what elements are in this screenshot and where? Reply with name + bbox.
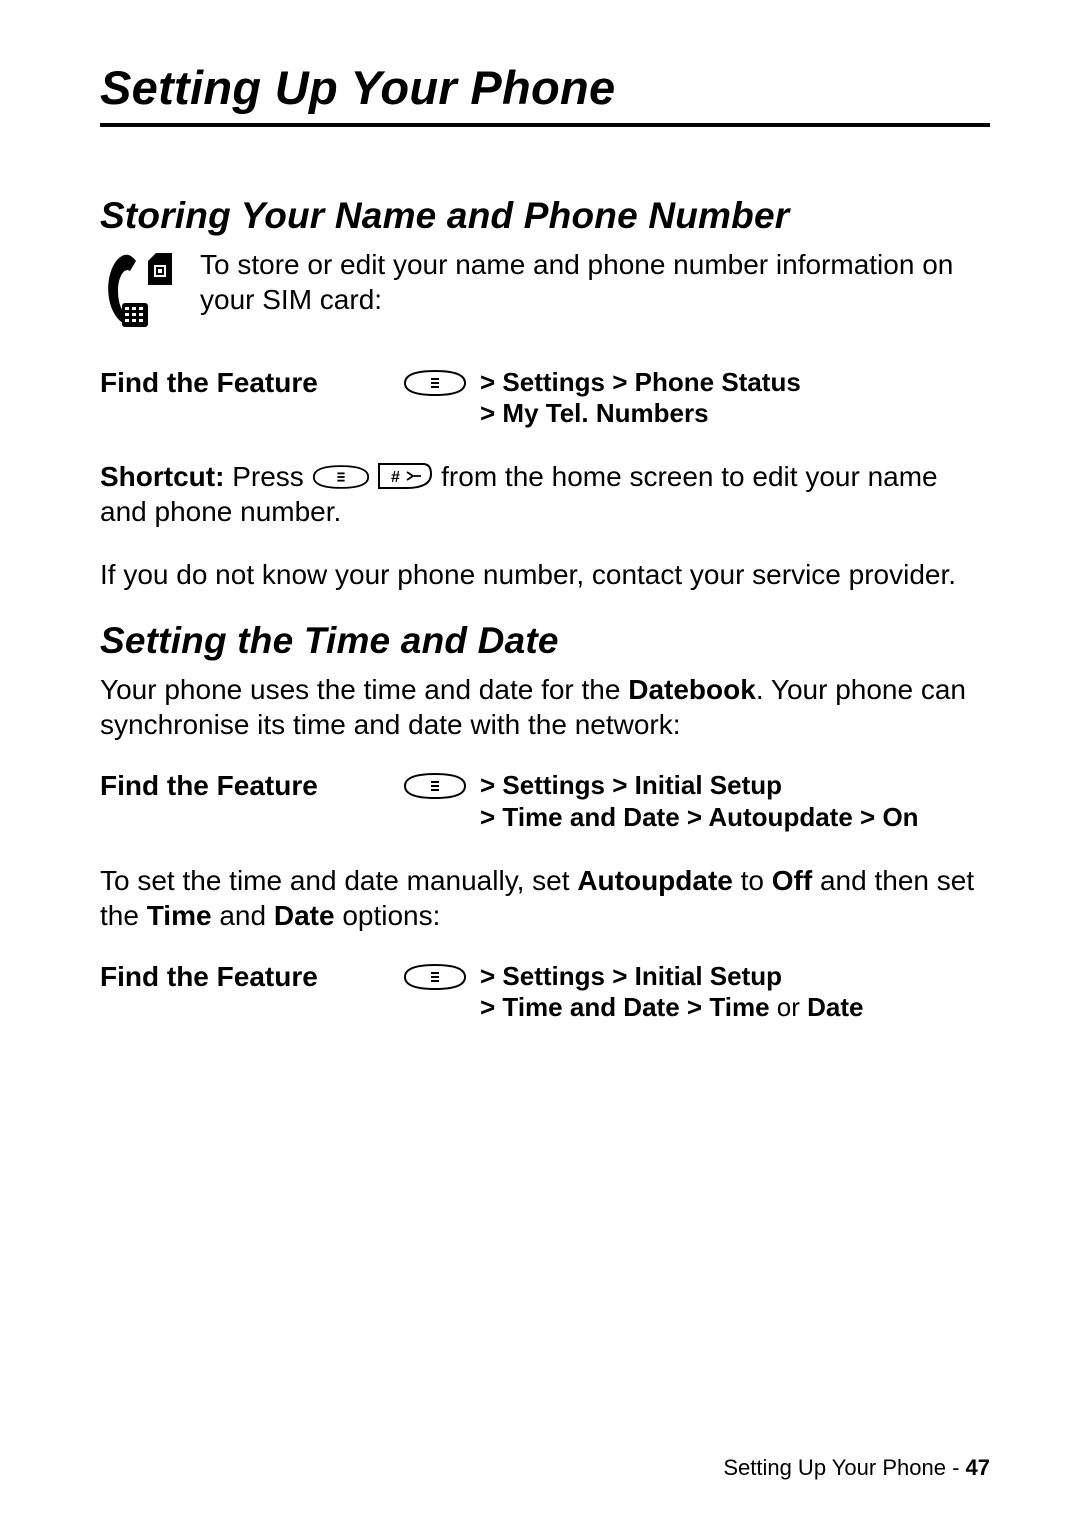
menu-key-icon [403, 963, 467, 991]
section2-intro-text: Your phone uses the time and date for th… [100, 672, 990, 742]
find-the-feature-label: Find the Feature [100, 961, 390, 993]
page-footer: Setting Up Your Phone - 47 [723, 1455, 990, 1481]
section-heading-timedate: Setting the Time and Date [100, 620, 990, 662]
shortcut-text: Shortcut: Press # from the home screen t… [100, 459, 990, 529]
section-heading-storing: Storing Your Name and Phone Number [100, 195, 990, 237]
title-rule [100, 123, 990, 127]
manual-set-text: To set the time and date manually, set A… [100, 863, 990, 933]
unknown-number-text: If you do not know your phone number, co… [100, 557, 990, 592]
nav-path-autoupdate-on: > Settings > Initial Setup > Time and Da… [480, 770, 919, 832]
menu-key-icon [403, 772, 467, 800]
nav-path-my-tel: > Settings > Phone Status > My Tel. Numb… [480, 367, 801, 429]
section1-intro-text: To store or edit your name and phone num… [200, 247, 990, 317]
page-number: 47 [966, 1455, 990, 1480]
find-the-feature-label: Find the Feature [100, 367, 390, 399]
menu-key-icon [403, 369, 467, 397]
phone-sim-icon [100, 247, 180, 337]
menu-key-icon [312, 464, 370, 490]
page-title: Setting Up Your Phone [100, 60, 990, 115]
nav-path-time-or-date: > Settings > Initial Setup > Time and Da… [480, 961, 864, 1023]
find-the-feature-label: Find the Feature [100, 770, 390, 802]
svg-text:#: # [391, 469, 400, 486]
hash-key-icon: # [377, 462, 433, 490]
footer-section: Setting Up Your Phone [723, 1455, 946, 1480]
